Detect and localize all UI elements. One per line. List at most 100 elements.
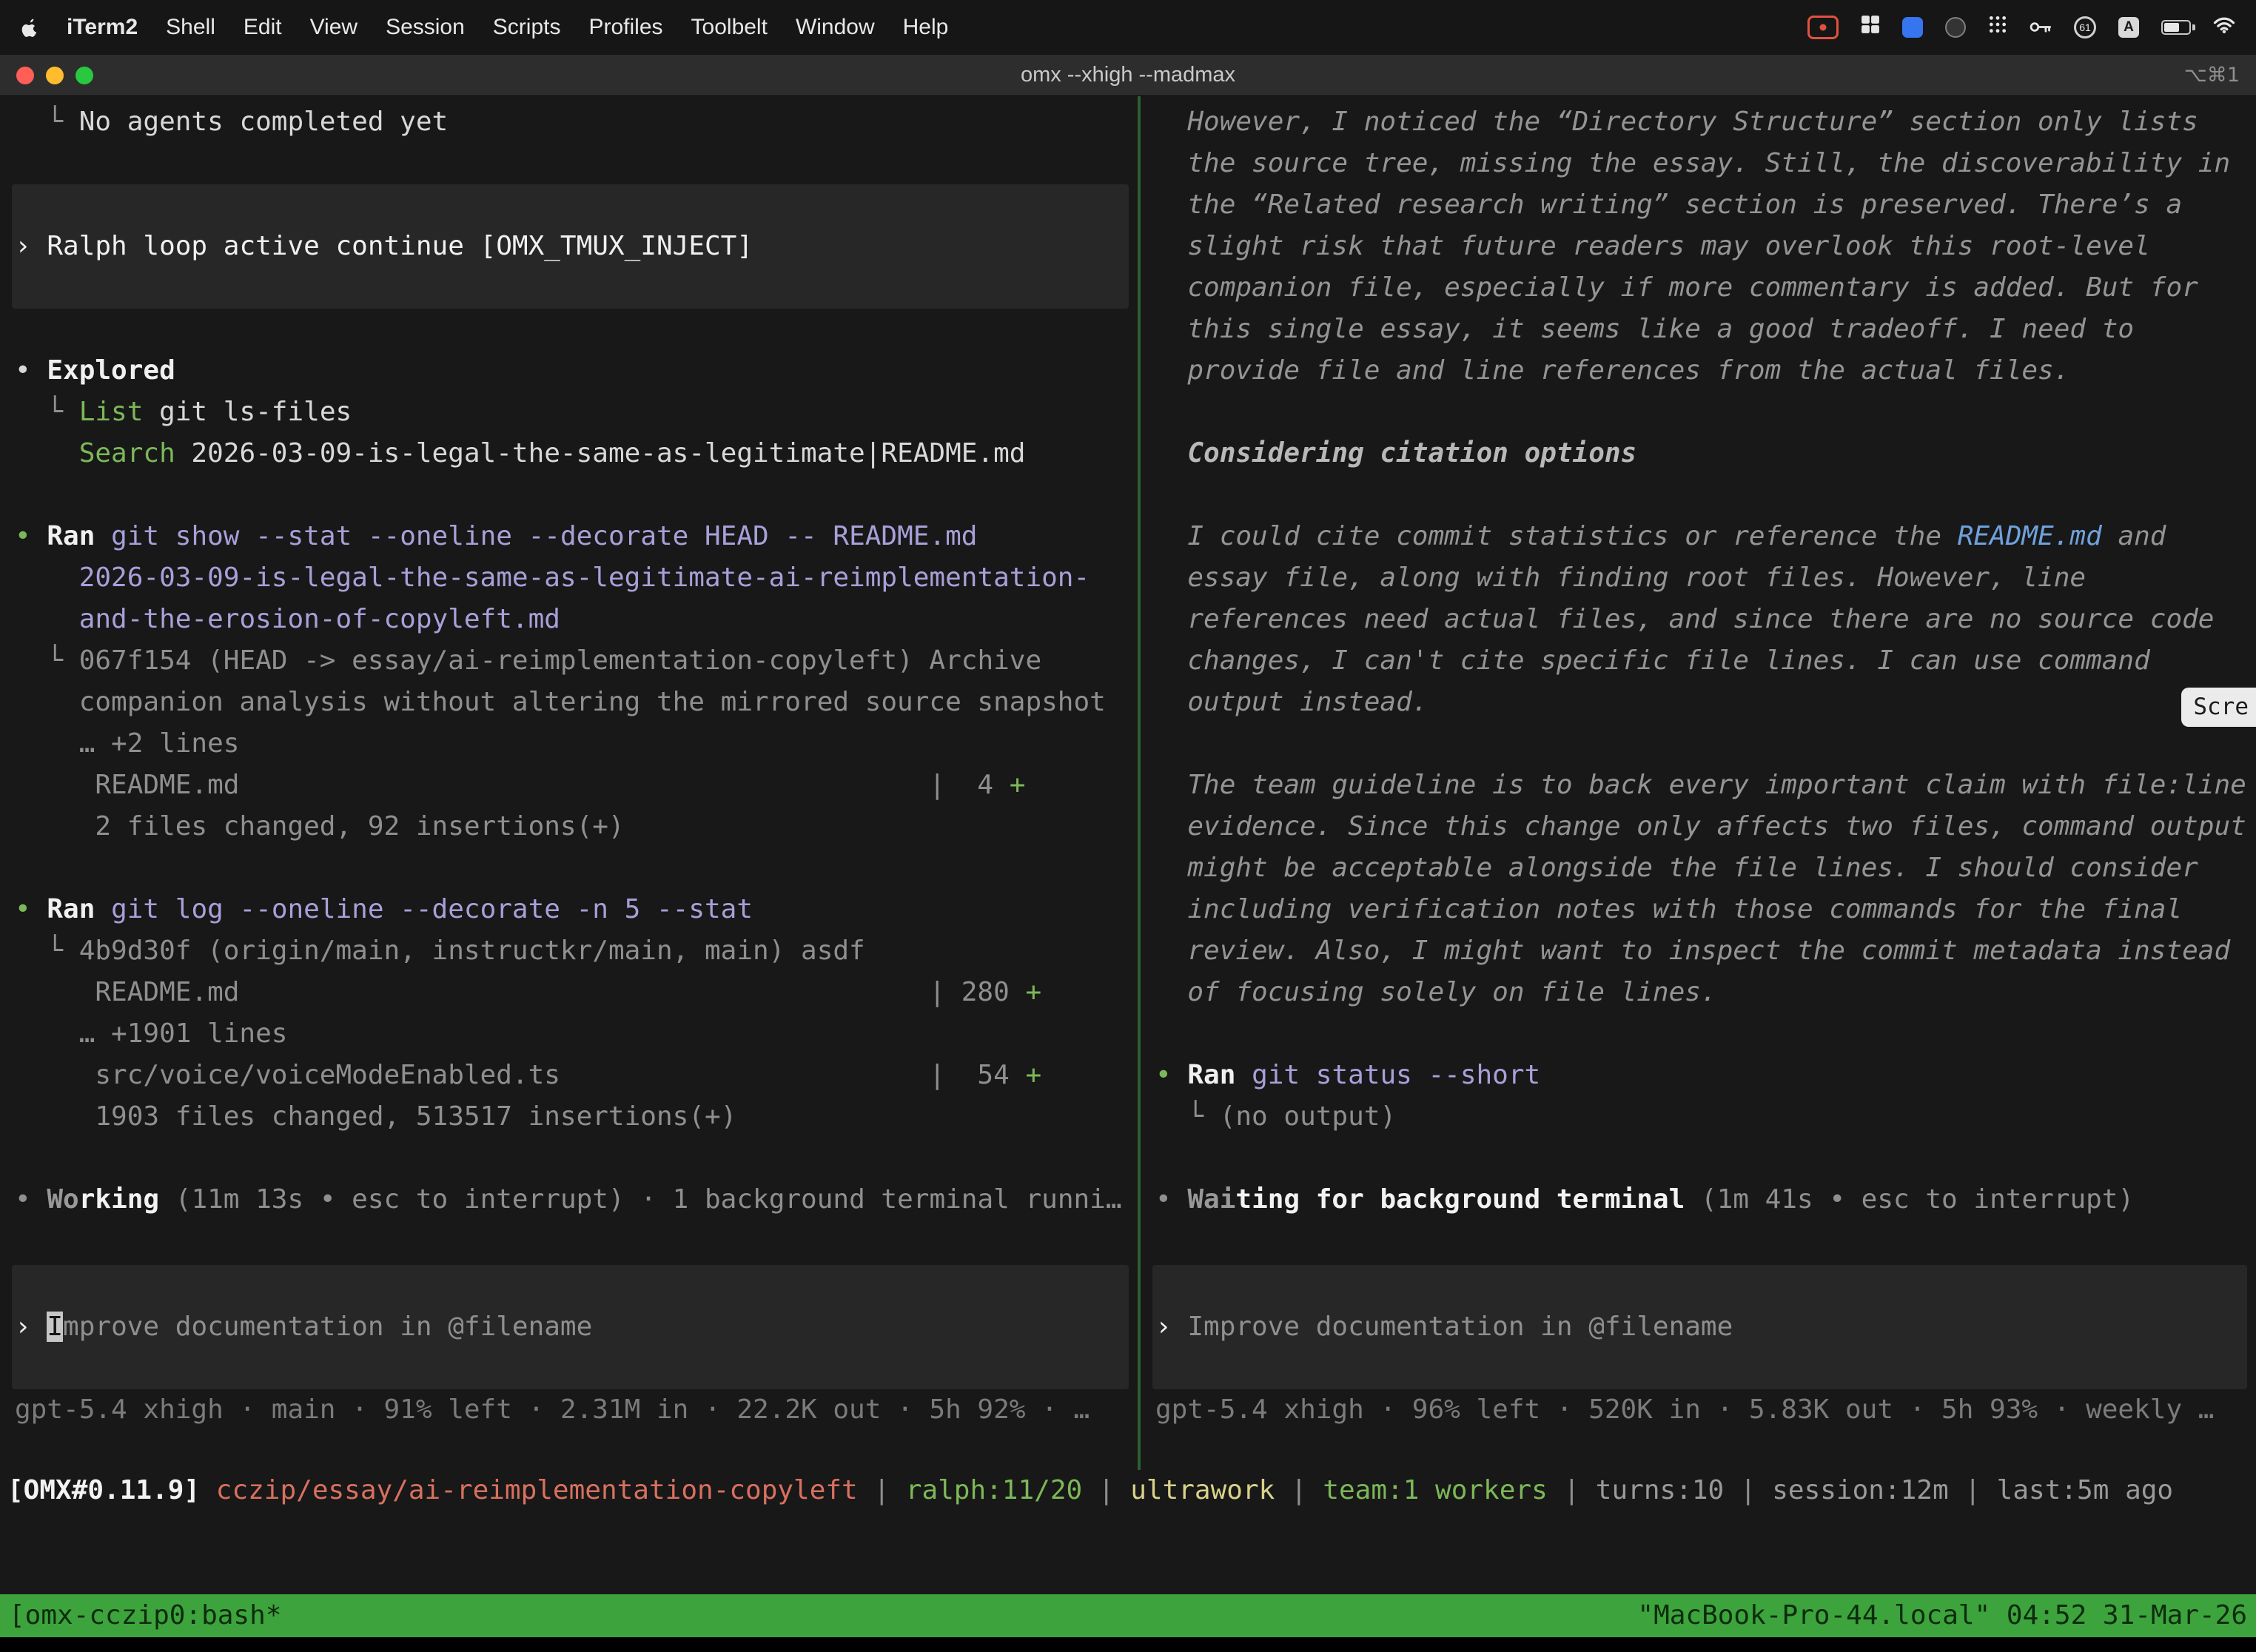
text-segment	[95, 894, 111, 924]
menu-item-shell[interactable]: Shell	[166, 15, 215, 40]
text-segment: git status --short	[1252, 1060, 1540, 1090]
battery-icon[interactable]	[2161, 20, 2191, 35]
bottom-strip	[0, 1637, 2256, 1652]
text-segment: Ran	[47, 894, 95, 924]
terminal-line: src/voice/voiceModeEnabled.ts | 54 +	[0, 1055, 1138, 1096]
text-segment: the “Related research writing” section i…	[1155, 189, 2182, 220]
screen-recording-indicator-icon[interactable]	[1807, 16, 1839, 39]
text-segment: The team guideline is to back every impo…	[1155, 770, 2246, 800]
text-segment: ›	[15, 231, 47, 261]
menu-item-help[interactable]: Help	[903, 15, 949, 40]
terminal-line: └ 067f154 (HEAD -> essay/ai-reimplementa…	[0, 640, 1138, 682]
text-segment: |	[1082, 1475, 1130, 1505]
band-text: › Improve documentation in @filename	[15, 1306, 592, 1348]
terminal-line: companion file, especially if more comme…	[1141, 267, 2256, 309]
text-segment: changes, I can't cite specific file line…	[1155, 645, 2150, 676]
zoom-button[interactable]	[75, 67, 93, 84]
raycast-icon[interactable]	[1902, 17, 1923, 38]
terminal-line: README.md | 280 +	[0, 972, 1138, 1013]
menu-item-view[interactable]: View	[310, 15, 357, 40]
window-tiling-icon[interactable]	[1861, 15, 1880, 40]
app-grid-icon[interactable]	[1988, 15, 2007, 40]
text-segment: Considering citation options	[1155, 438, 1636, 469]
text-segment: +	[1025, 977, 1041, 1007]
terminal-line: and-the-erosion-of-copyleft.md	[0, 599, 1138, 640]
terminal-line: provide file and line references from th…	[1141, 350, 2256, 392]
text-segment: might be acceptable alongside the file l…	[1155, 853, 2198, 883]
text-segment: Ran	[47, 521, 95, 551]
terminal-line: └ No agents completed yet	[0, 101, 1138, 143]
text-segment: +	[1010, 770, 1026, 800]
terminal-line: the “Related research writing” section i…	[1141, 184, 2256, 226]
text-segment: Wai	[1187, 1184, 1235, 1215]
menubar-items: Shell Edit View Session Scripts Profiles Toolb…	[166, 15, 948, 40]
text-segment: •	[1155, 1060, 1187, 1090]
password-key-icon[interactable]	[2030, 15, 2052, 40]
text-segment: [OMX#0.11.9]	[7, 1475, 200, 1505]
terminal-line: … +2 lines	[0, 723, 1138, 765]
terminal-line: • Explored	[0, 350, 1138, 392]
text-segment: of focusing solely on file lines.	[1155, 977, 1717, 1007]
battery-gauge-icon[interactable]: 61	[2074, 16, 2096, 38]
terminal-line: Search 2026-03-09-is-legal-the-same-as-l…	[0, 433, 1138, 474]
text-segment: 2026-03-09-is-legal-the-same-as-legitima…	[175, 438, 1026, 469]
tmux-status-bar: [omx-cczip0:bash* "MacBook-Pro-44.local"…	[0, 1594, 2256, 1637]
menu-item-scripts[interactable]: Scripts	[493, 15, 561, 40]
terminal-line: companion analysis without altering the …	[0, 682, 1138, 723]
menu-item-toolbelt[interactable]: Toolbelt	[691, 15, 768, 40]
terminal-line: └ 4b9d30f (origin/main, instructkr/main,…	[0, 930, 1138, 972]
text-segment: provide file and line references from th…	[1155, 355, 2069, 386]
text-segment: review. Also, I might want to inspect th…	[1155, 936, 2230, 966]
text-segment: ralph:11/20	[906, 1475, 1082, 1505]
wifi-icon[interactable]	[2213, 15, 2235, 40]
terminal-line: └ List git ls-files	[0, 392, 1138, 433]
terminal-line: Considering citation options	[1141, 433, 2256, 474]
menu-item-edit[interactable]: Edit	[244, 15, 282, 40]
menu-app-name[interactable]: iTerm2	[67, 15, 138, 40]
text-segment	[15, 563, 79, 593]
text-segment: •	[15, 521, 47, 551]
text-segment: +	[1025, 1060, 1041, 1090]
command-input[interactable]: › Improve documentation in @filename	[12, 1265, 1129, 1389]
text-segment: I could cite commit statistics or refere…	[1155, 521, 1958, 551]
screen: iTerm2 Shell Edit View Session Scripts Profil…	[0, 0, 2256, 1652]
text-segment: git ls-files	[143, 397, 352, 427]
text-segment: However, I noticed the “Directory Struct…	[1155, 107, 2198, 137]
text-segment: … +1901 lines	[15, 1018, 287, 1049]
text-segment: Wo	[47, 1184, 78, 1215]
text-segment: Improve documentation in @filename	[1187, 1312, 1733, 1342]
text-segment: 2 files changed, 92 insertions(+)	[15, 811, 625, 842]
apple-menu-icon[interactable]	[21, 18, 38, 38]
command-input[interactable]: › Improve documentation in @filename	[1152, 1265, 2247, 1389]
text-segment: Ran	[1187, 1060, 1235, 1090]
text-segment: and-the-erosion-of-copyleft.md	[79, 604, 560, 634]
menu-item-profiles[interactable]: Profiles	[588, 15, 662, 40]
text-segment: output instead.	[1155, 687, 1428, 717]
terminal-line: might be acceptable alongside the file l…	[1141, 847, 2256, 889]
text-segment: evidence. Since this change only affects…	[1155, 811, 2246, 842]
app-circle-icon[interactable]	[1945, 17, 1966, 38]
terminal-left-pane[interactable]: └ No agents completed yet › Ralph loop ac…	[0, 96, 1138, 1470]
text-segment: Ralph loop active continue [OMX_TMUX_INJ…	[47, 231, 753, 261]
text-segment: team:1 workers	[1323, 1475, 1547, 1505]
text-segment: last:5m ago	[1997, 1475, 2173, 1505]
text-segment: mprove documentation in @filename	[63, 1312, 592, 1342]
text-segment: this single essay, it seems like a good …	[1155, 314, 2134, 344]
terminal-line: I could cite commit statistics or refere…	[1141, 516, 2256, 557]
close-button[interactable]	[16, 67, 34, 84]
terminal-blank-line	[1141, 1013, 2256, 1055]
terminal-blank-line	[1141, 723, 2256, 765]
text-segment: … +2 lines	[15, 728, 239, 759]
terminal-right-pane[interactable]: However, I noticed the “Directory Struct…	[1141, 96, 2256, 1470]
text-segment: └	[15, 107, 79, 137]
terminal-blank-line	[1141, 474, 2256, 516]
terminal-line: essay file, along with finding root file…	[1141, 557, 2256, 599]
menubar-status-icons: 61 A	[1807, 15, 2235, 40]
tmux-session-label: [omx-cczip0:bash*	[9, 1594, 281, 1637]
minimize-button[interactable]	[46, 67, 64, 84]
keyboard-input-source-icon[interactable]: A	[2118, 17, 2139, 38]
terminal-line: The team guideline is to back every impo…	[1141, 765, 2256, 806]
menu-item-window[interactable]: Window	[796, 15, 875, 40]
menu-item-session[interactable]: Session	[386, 15, 465, 40]
text-segment: cczip/essay/ai-reimplementation-copyleft	[216, 1475, 858, 1505]
